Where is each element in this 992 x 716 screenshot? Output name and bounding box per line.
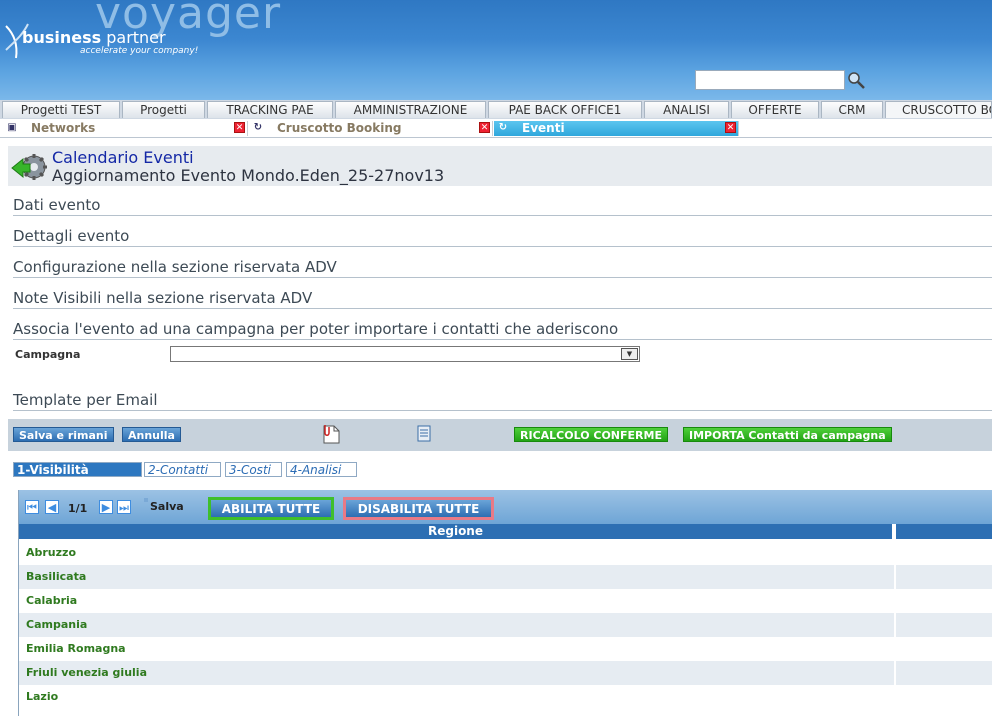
refresh-icon: ↻ [498,122,508,133]
tab-offerte[interactable]: OFFERTE [731,101,819,118]
importa-contatti-button[interactable]: IMPORTA Contatti da campagna [683,427,892,442]
regione-cell: Emilia Romagna [26,642,126,655]
salva-rimani-button[interactable]: Salva e rimani [13,427,114,442]
tab-pae-back-office1[interactable]: PAE BACK OFFICE1 [488,101,642,118]
tab-analisi-evento[interactable]: 4-Analisi [286,462,357,477]
tab-progetti[interactable]: Progetti [122,101,205,118]
disabilita-tutte-button[interactable]: DISABILITA TUTTE [343,497,494,520]
section-configurazione-adv[interactable]: Configurazione nella sezione riservata A… [13,258,992,278]
tab-contatti[interactable]: 2-Contatti [144,462,221,477]
row-extra-cell [896,613,992,637]
table-row[interactable]: Friuli venezia giulia [19,661,992,685]
annulla-button[interactable]: Annulla [122,427,181,442]
tab-crm[interactable]: CRM [821,101,883,118]
row-extra-cell [896,541,992,565]
action-bar: Salva e rimani Annulla RICALCOLO CONFERM… [8,419,992,451]
campagna-select[interactable]: ▼ [170,346,640,362]
close-icon[interactable]: ✕ [479,122,490,133]
tab-visibilita-evento[interactable]: 1-Visibilità Evento [13,462,142,492]
ricalcolo-conferme-button[interactable]: RICALCOLO CONFERME [514,427,668,442]
campagna-label: Campagna [15,348,81,361]
row-extra-cell [896,685,992,709]
network-icon: ▣ [7,122,17,133]
logo-partner-text: partner [101,28,166,47]
logo-business-text: business [22,28,102,47]
window-tab-cruscotto-booking[interactable]: ↻ Cruscotto Booking ✕ [249,121,493,136]
table-row[interactable]: Emilia Romagna [19,637,992,661]
page-title: Calendario Eventi [52,148,194,167]
main-tabs: Progetti TEST Progetti TRACKING PAE AMMI… [0,100,992,119]
first-page-icon[interactable]: ⏮ [25,500,39,514]
tab-costi[interactable]: 3-Costi [225,462,282,477]
regione-cell: Basilicata [19,565,894,589]
list-document-icon[interactable] [412,423,436,445]
table-row[interactable]: Basilicata [19,565,992,589]
window-tab-label: Eventi [522,121,565,135]
regione-cell: Campania [19,613,894,637]
page-info: 1/1 [68,502,88,515]
grid-salva-button[interactable]: Salva [150,500,184,513]
table-row[interactable]: Campania [19,613,992,637]
table-row[interactable]: Abruzzo [19,541,992,565]
window-tabs: ▣ Networks ✕ ↻ Cruscotto Booking ✕ ↻ Eve… [0,120,992,138]
tab-amministrazione[interactable]: AMMINISTRAZIONE [335,101,486,118]
window-tab-label: Cruscotto Booking [277,121,402,135]
logo-business-partner: business partner [22,28,166,47]
prev-page-icon[interactable]: ◀ [45,500,59,514]
search-input[interactable] [695,70,845,90]
regione-cell: Lazio [26,690,59,703]
regione-cell: Abruzzo [26,546,77,559]
back-gear-icon[interactable] [10,152,48,184]
next-page-icon[interactable]: ▶ [99,500,113,514]
row-extra-cell [896,565,992,589]
regione-cell: Friuli venezia giulia [19,661,894,685]
document-link-icon[interactable] [320,423,344,445]
last-page-icon[interactable]: ⏭ [117,500,131,514]
section-dettagli-evento[interactable]: Dettagli evento [13,227,992,247]
close-icon[interactable]: ✕ [234,122,245,133]
tab-analisi[interactable]: ANALISI [644,101,729,118]
page-header: Calendario Eventi Aggiornamento Evento M… [8,146,992,186]
column-header-extra[interactable] [896,524,992,539]
section-associa-campagna[interactable]: Associa l'evento ad una campagna per pot… [13,320,992,340]
table-row[interactable]: Calabria [19,589,992,613]
window-tab-networks[interactable]: ▣ Networks ✕ [3,121,248,136]
window-tab-label: Networks [31,121,96,135]
app-header: voyager business partner accelerate your… [0,0,992,100]
tab-tracking-pae[interactable]: TRACKING PAE [207,101,333,118]
table-row[interactable]: Lazio [19,685,992,709]
tab-cruscotto-bo[interactable]: CRUSCOTTO BO [885,101,992,118]
section-note-visibili-adv[interactable]: Note Visibili nella sezione riservata AD… [13,289,992,309]
regione-cell: Calabria [26,594,78,607]
search-icon[interactable] [846,70,866,90]
salva-flag-icon [144,498,148,502]
row-extra-cell [896,637,992,661]
refresh-icon: ↻ [253,122,263,133]
close-icon[interactable]: ✕ [725,122,736,133]
grid-toolbar: ⏮ ◀ 1/1 ▶ ⏭ Salva ABILITA TUTTE DISABILI… [19,490,992,524]
row-extra-cell [896,589,992,613]
abilita-tutte-button[interactable]: ABILITA TUTTE [208,497,334,520]
row-extra-cell [896,661,992,685]
chevron-down-icon[interactable]: ▼ [621,348,638,360]
window-tab-eventi[interactable]: ↻ Eventi ✕ [494,121,739,136]
section-dati-evento[interactable]: Dati evento [13,196,992,216]
page-subtitle: Aggiornamento Evento Mondo.Eden_25-27nov… [52,166,445,185]
logo-tagline: accelerate your company! [80,46,199,56]
tab-progetti-test[interactable]: Progetti TEST [2,101,120,118]
column-header-regione[interactable]: Regione [19,524,894,539]
regioni-grid: ⏮ ◀ 1/1 ▶ ⏭ Salva ABILITA TUTTE DISABILI… [18,490,992,716]
section-template-email[interactable]: Template per Email [13,391,992,411]
